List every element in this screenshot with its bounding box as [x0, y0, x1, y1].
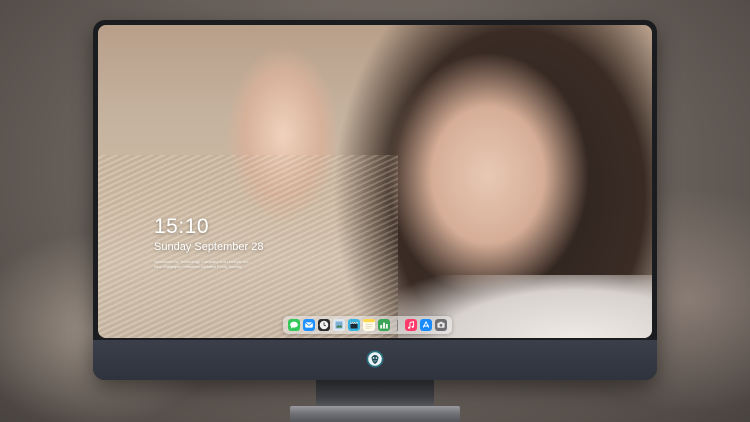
monitor-stand-neck	[316, 380, 434, 408]
messages-icon[interactable]	[288, 319, 300, 331]
dock	[283, 316, 452, 334]
monitor-stand-base	[290, 406, 460, 422]
mail-icon[interactable]	[303, 319, 315, 331]
lock-screen: 15:10 Sunday September 28 Sponsored by T…	[98, 25, 652, 338]
app-store-icon[interactable]	[420, 319, 432, 331]
lock-clock: 15:10 Sunday September 28 Sponsored by T…	[154, 215, 264, 269]
monitor: 15:10 Sunday September 28 Sponsored by T…	[93, 20, 657, 380]
dock-separator	[397, 319, 398, 331]
clock-date: Sunday September 28	[154, 241, 264, 253]
notes-icon[interactable]	[363, 319, 375, 331]
numbers-icon[interactable]	[378, 319, 390, 331]
clock-note-line: New Wallpaper Collection Updated Every S…	[154, 264, 242, 269]
clapper-icon[interactable]	[348, 319, 360, 331]
clock-time: 15:10	[154, 215, 210, 238]
music-icon[interactable]	[405, 319, 417, 331]
brand-logo-icon	[365, 349, 385, 369]
clock-icon[interactable]	[318, 319, 330, 331]
clock-note: Sponsored by Technology Company and Life…	[154, 259, 264, 269]
monitor-chin	[93, 340, 657, 380]
screenshot-icon[interactable]	[435, 319, 447, 331]
preview-icon[interactable]	[333, 319, 345, 331]
